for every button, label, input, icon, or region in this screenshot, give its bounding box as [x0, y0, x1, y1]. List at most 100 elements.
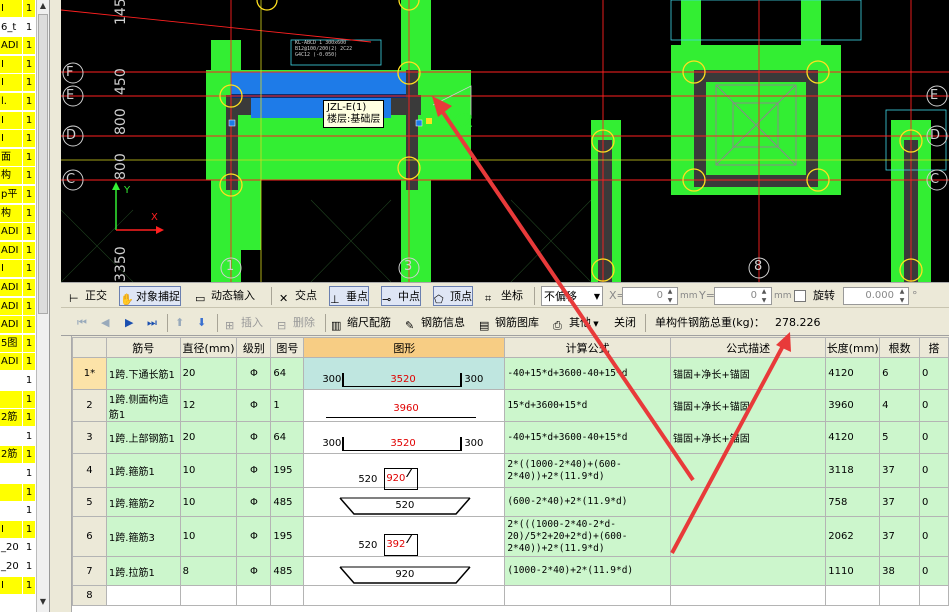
col-header-length[interactable]: 长度(mm)	[825, 337, 881, 358]
cell-shape[interactable]: 520	[303, 487, 506, 517]
insert-button[interactable]: ⊞ 插入	[225, 313, 263, 333]
col-header-formula-desc[interactable]: 公式描述	[669, 337, 827, 358]
table-row[interactable]: 5 1跨.箍筋2 10 Φ 485 520 (600-2*40)+2*(11.9*d) 758…	[72, 487, 949, 517]
list-item[interactable]: _20 1	[0, 558, 36, 576]
cell-bar-no[interactable]: 1跨.上部钢筋1	[105, 421, 181, 454]
list-item[interactable]: I1	[0, 111, 36, 130]
cell-figure-no[interactable]: 195	[270, 453, 305, 488]
rebar-info-button[interactable]: ✎ 钢筋信息	[405, 313, 465, 333]
list-item[interactable]: I1	[0, 520, 36, 539]
list-item[interactable]: l. 1	[0, 93, 36, 111]
x-spinner-icon[interactable]: ▲ ▼	[665, 287, 675, 305]
object-snap-button[interactable]: ✋ 对象捕捉	[119, 286, 181, 306]
list-item[interactable]: 面1	[0, 148, 36, 167]
table-row[interactable]: 1* 1跨.下通长筋1 20 Φ 64 300 3520 300 -40+15*d+3600-4…	[72, 357, 949, 390]
cell-formula-desc[interactable]	[669, 487, 827, 517]
list-item[interactable]: 5图 1	[0, 334, 36, 353]
cell-grade[interactable]: Φ	[236, 556, 272, 586]
vertex-snap-button[interactable]: ⬠ 顶点	[433, 286, 473, 306]
scale-rebar-button[interactable]: ▥ 缩尺配筋	[331, 313, 391, 333]
cell-grade[interactable]: Φ	[236, 516, 272, 557]
cell-count[interactable]: 4	[879, 389, 921, 422]
cell-count[interactable]: 37	[879, 516, 921, 557]
cell-diameter[interactable]: 10	[179, 487, 238, 517]
close-button[interactable]: 关闭	[614, 313, 636, 333]
cell-bar-no[interactable]: 1跨.下通长筋1	[105, 357, 181, 390]
cell-length[interactable]: 1110	[825, 556, 881, 586]
cell-lap[interactable]	[919, 585, 949, 606]
scroll-down-icon[interactable]: ▼	[38, 597, 48, 609]
cell-bar-no[interactable]: 1跨.拉筋1	[105, 556, 181, 586]
col-header-diameter[interactable]: 直径(mm)	[179, 337, 238, 358]
cell-grade[interactable]: Φ	[236, 421, 272, 454]
last-record-icon[interactable]: ⏭	[147, 313, 157, 333]
list-item[interactable]: ADI 1	[0, 223, 36, 241]
col-header-lap[interactable]: 搭	[919, 337, 949, 358]
table-row[interactable]: 4 1跨.箍筋1 10 Φ 195 520 ⁄ 920 2*((1000-2*40)+(600-…	[72, 453, 949, 490]
scroll-up-icon[interactable]: ▲	[38, 1, 48, 13]
cell-shape[interactable]	[303, 585, 506, 606]
list-item[interactable]: 1	[0, 390, 36, 409]
cell-shape[interactable]: 520 ⁄ 392	[303, 516, 506, 557]
list-item[interactable]: I1	[0, 260, 36, 278]
list-item[interactable]: 1	[0, 465, 36, 483]
cad-drawing-canvas[interactable]: KL-ABCD 1 300x600 B12@100/200(2) 2C22 G4…	[61, 0, 949, 282]
table-row[interactable]: 8	[72, 585, 949, 606]
cell-formula[interactable]	[504, 585, 671, 606]
cell-formula-desc[interactable]: 锚固+净长+锚固	[669, 357, 827, 390]
list-scrollbar[interactable]: ▲ ▼	[36, 0, 49, 612]
list-item[interactable]: 1	[0, 372, 36, 390]
list-item[interactable]: 1	[0, 502, 36, 520]
cell-length[interactable]: 3960	[825, 389, 881, 422]
cell-figure-no[interactable]	[270, 585, 305, 606]
list-item[interactable]: I1	[0, 74, 36, 92]
table-row[interactable]: 3 1跨.上部钢筋1 20 Φ 64 300 3520 300 -40+15*d+3600-40…	[72, 421, 949, 454]
cell-lap[interactable]: 0	[919, 453, 949, 488]
cell-formula[interactable]: 15*d+3600+15*d	[504, 389, 671, 422]
cell-shape[interactable]: 300 3520 300	[303, 357, 506, 390]
cell-length[interactable]: 4120	[825, 357, 881, 390]
list-item[interactable]: I1	[0, 55, 36, 74]
cell-grade[interactable]	[236, 585, 272, 606]
ortho-button[interactable]: ⊢ 正交	[69, 286, 107, 306]
cell-grade[interactable]: Φ	[236, 487, 272, 517]
list-item[interactable]: 构1	[0, 167, 36, 185]
intersection-snap-button[interactable]: ✕ 交点	[279, 286, 317, 306]
cell-formula[interactable]: (1000-2*40)+2*(11.9*d)	[504, 556, 671, 586]
col-header-bar-no[interactable]: 筋号	[105, 337, 181, 358]
cell-count[interactable]	[879, 585, 921, 606]
prev-record-icon[interactable]: ◀	[101, 313, 109, 333]
cell-count[interactable]: 38	[879, 556, 921, 586]
cell-bar-no[interactable]: 1跨.箍筋2	[105, 487, 181, 517]
table-row[interactable]: 7 1跨.拉筋1 8 Φ 485 920 (1000-2*40)+2*(11.9*d) 111…	[72, 556, 949, 586]
cell-grade[interactable]: Φ	[236, 389, 272, 422]
list-item[interactable]: I1	[0, 130, 36, 148]
cell-lap[interactable]: 0	[919, 556, 949, 586]
list-item[interactable]: 1	[0, 483, 36, 502]
cell-figure-no[interactable]: 1	[270, 389, 305, 422]
list-item[interactable]: 1	[0, 428, 36, 446]
cell-bar-no[interactable]: 1跨.侧面构造筋1	[105, 389, 181, 422]
move-down-icon[interactable]: ⬇	[197, 313, 206, 333]
cell-length[interactable]: 758	[825, 487, 881, 517]
col-header-count[interactable]: 根数	[879, 337, 921, 358]
cell-figure-no[interactable]: 64	[270, 421, 305, 454]
cell-diameter[interactable]: 10	[179, 453, 238, 488]
cell-length[interactable]	[825, 585, 881, 606]
row-index[interactable]: 2	[72, 389, 107, 422]
list-item[interactable]: ADI 1	[0, 37, 36, 55]
cell-grade[interactable]: Φ	[236, 453, 272, 488]
cell-formula-desc[interactable]: 锚固+净长+锚固	[669, 421, 827, 454]
table-row[interactable]: 2 1跨.侧面构造筋1 12 Φ 1 3960 15*d+3600+15*d 锚固+净长+锚固…	[72, 389, 949, 422]
cell-lap[interactable]: 0	[919, 357, 949, 390]
move-up-icon[interactable]: ⬆	[175, 313, 184, 333]
cell-bar-no[interactable]	[105, 585, 181, 606]
rotate-checkbox[interactable]	[794, 290, 806, 302]
y-spinner-icon[interactable]: ▲ ▼	[759, 287, 769, 305]
cell-shape[interactable]: 300 3520 300	[303, 421, 506, 454]
list-item[interactable]: ADI 1	[0, 297, 36, 316]
list-item[interactable]: 2筋 1	[0, 446, 36, 464]
cell-formula[interactable]: -40+15*d+3600-40+15*d	[504, 421, 671, 454]
list-item[interactable]: ADI 1	[0, 279, 36, 297]
dynamic-input-button[interactable]: ▭ 动态输入	[195, 286, 255, 306]
